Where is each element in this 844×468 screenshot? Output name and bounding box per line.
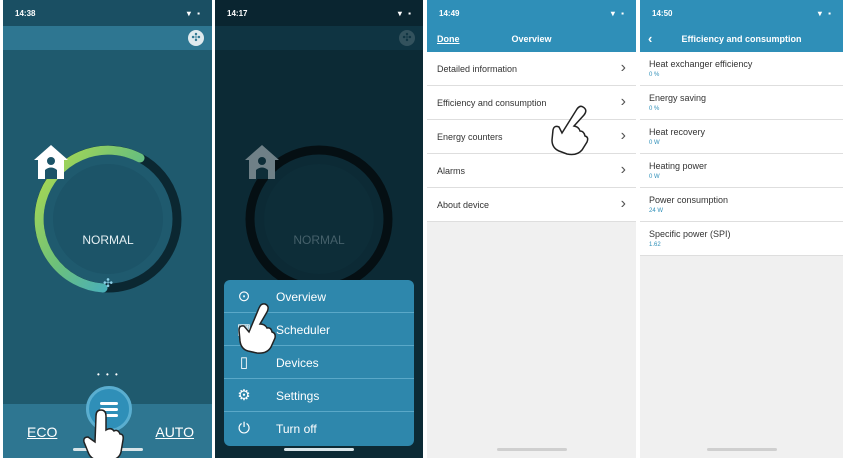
menu-item-label: Overview (276, 290, 327, 304)
metric-label: Heat recovery (649, 127, 706, 137)
status-bar: 14:49 ▾ ▪ (427, 0, 636, 26)
metric-value: 0 % (649, 106, 660, 112)
status-time: 14:49 (439, 9, 460, 18)
list-item-energy-counters[interactable]: Energy counters › (427, 120, 636, 154)
list-item-label: Energy counters (437, 132, 503, 142)
home-indicator (496, 448, 567, 451)
metric-value: 1.62 (649, 242, 661, 248)
list-item-alarms[interactable]: Alarms › (427, 154, 636, 188)
hand-pointer-icon (83, 409, 124, 458)
list-item-about-device[interactable]: About device › (427, 188, 636, 222)
menu-item-label: Devices (276, 356, 319, 370)
metric-label: Power consumption (649, 195, 729, 205)
home-person-icon (34, 145, 68, 179)
top-bar: ✣ (3, 26, 212, 50)
screen-menu: 14:17 ▾ ▪ ✣ NORMAL ⊙ Overview ▦ (215, 0, 423, 458)
list-item-label: Alarms (437, 166, 466, 176)
list-item-heat-exchanger-efficiency: Heat exchanger efficiency 0 % (640, 52, 843, 86)
list-item-heating-power: Heating power 0 W (640, 154, 843, 188)
page-indicator: • • • (97, 370, 120, 379)
home-indicator (706, 448, 777, 451)
chevron-right-icon: › (620, 127, 626, 144)
status-icons: ▾ ▪ (397, 9, 413, 18)
screenshot-strip: 14:38 ▾ ▪ ✣ NORMAL ✣ • • • ECO AUTO 14:1… (0, 0, 844, 468)
eco-button[interactable]: ECO (27, 424, 57, 440)
chevron-right-icon: › (620, 161, 626, 178)
efficiency-list: Heat exchanger efficiency 0 % Energy sav… (640, 52, 843, 256)
mode-label: NORMAL (82, 233, 134, 247)
status-icons: ▾ ▪ (817, 9, 833, 18)
metric-label: Heating power (649, 161, 708, 171)
metric-label: Energy saving (649, 93, 707, 103)
list-item-power-consumption: Power consumption 24 W (640, 188, 843, 222)
metric-value: 0 W (649, 140, 660, 146)
status-icons: ▾ ▪ (610, 9, 626, 18)
status-time: 14:50 (652, 9, 673, 18)
menu-item-label: Scheduler (276, 323, 331, 337)
list-item-label: About device (437, 200, 490, 210)
status-icons: ▾ ▪ (186, 9, 202, 18)
mode-label: NORMAL (293, 233, 345, 247)
metric-label: Specific power (SPI) (649, 229, 731, 239)
power-icon: ⏻ (238, 420, 250, 437)
metric-label: Heat exchanger efficiency (649, 59, 753, 69)
auto-button[interactable]: AUTO (155, 424, 194, 440)
list-item-specific-power: Specific power (SPI) 1.62 (640, 222, 843, 256)
overview-list: Detailed information › Efficiency and co… (427, 52, 636, 222)
mode-dial[interactable]: NORMAL ✣ (31, 142, 185, 296)
list-item-label: Detailed information (437, 64, 518, 74)
top-bar: ✣ (215, 26, 423, 50)
list-item-efficiency-and-consumption[interactable]: Efficiency and consumption › (427, 86, 636, 120)
menu-item-turn-off[interactable]: ⏻ Turn off (224, 412, 414, 445)
chevron-right-icon: › (620, 59, 626, 76)
metric-value: 0 % (649, 72, 660, 78)
menu-item-label: Settings (276, 389, 320, 403)
status-bar: 14:38 ▾ ▪ (3, 0, 212, 26)
screen-overview: 14:49 ▾ ▪ Done Overview Detailed informa… (427, 0, 636, 458)
list-item-detailed-information[interactable]: Detailed information › (427, 52, 636, 86)
menu-item-settings[interactable]: ⚙ Settings (224, 379, 414, 412)
home-indicator (284, 448, 354, 451)
status-time: 14:17 (227, 9, 248, 18)
settings-icon: ⚙ (237, 387, 251, 404)
page-title: Efficiency and consumption (681, 34, 802, 44)
chevron-right-icon: › (620, 93, 626, 110)
hand-pointer-icon (238, 303, 276, 354)
screen-efficiency: 14:50 ▾ ▪ ‹ Efficiency and consumption H… (640, 0, 843, 458)
nav-bar: ‹ Efficiency and consumption (640, 26, 843, 52)
metric-value: 0 W (649, 174, 660, 180)
fan-icon: ✣ (399, 30, 415, 46)
home-person-icon (245, 145, 279, 179)
status-time: 14:38 (15, 9, 36, 18)
mode-dial-dimmed: NORMAL (242, 142, 396, 296)
chevron-right-icon: › (620, 195, 626, 212)
nav-bar: Done Overview (427, 26, 636, 52)
screen-home: 14:38 ▾ ▪ ✣ NORMAL ✣ • • • ECO AUTO (3, 0, 212, 458)
hand-pointer-icon (551, 105, 589, 156)
list-item-heat-recovery: Heat recovery 0 W (640, 120, 843, 154)
status-bar: 14:17 ▾ ▪ (215, 0, 423, 26)
list-item-label: Efficiency and consumption (437, 98, 547, 108)
fan-icon[interactable]: ✣ (188, 30, 204, 46)
fan-small-icon: ✣ (102, 276, 114, 290)
devices-icon: ▯ (239, 354, 249, 371)
metric-value: 24 W (649, 208, 664, 214)
status-bar: 14:50 ▾ ▪ (640, 0, 843, 26)
list-item-energy-saving: Energy saving 0 % (640, 86, 843, 120)
menu-item-label: Turn off (276, 422, 317, 436)
page-title: Overview (511, 34, 552, 44)
